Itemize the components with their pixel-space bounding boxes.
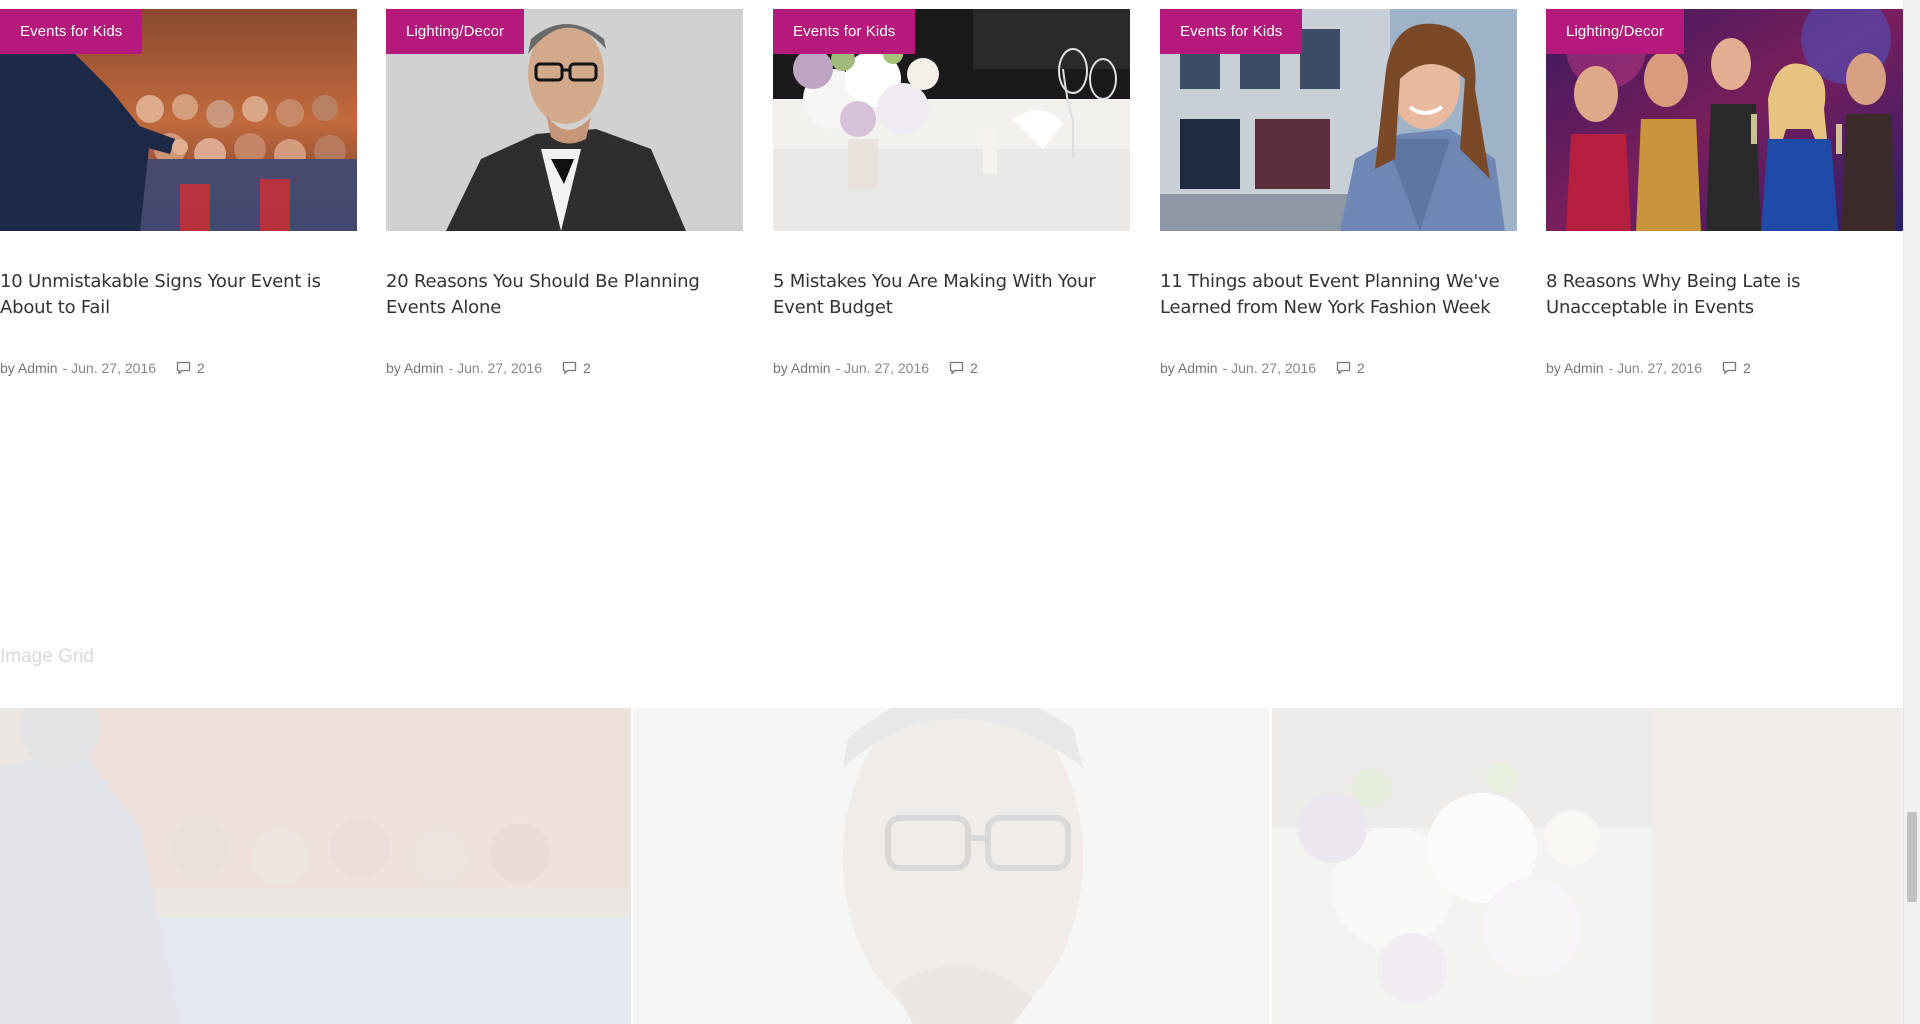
comments-count: 2 xyxy=(1743,360,1751,376)
post-date: - Jun. 27, 2016 xyxy=(1222,360,1316,376)
post-title-link[interactable]: 11 Things about Event Planning We've Lea… xyxy=(1160,269,1517,321)
image-grid xyxy=(0,708,1903,1024)
comment-bubble-icon xyxy=(176,361,191,375)
post-author[interactable]: by Admin xyxy=(386,360,444,376)
comments-count: 2 xyxy=(197,360,205,376)
post-meta: by Admin - Jun. 27, 2016 2 xyxy=(773,360,978,376)
post-author[interactable]: by Admin xyxy=(1546,360,1604,376)
comments-link[interactable]: 2 xyxy=(562,360,591,376)
blog-post-card: Events for Kids 5 Mistakes You Are Makin… xyxy=(773,9,1130,376)
post-meta: by Admin - Jun. 27, 2016 2 xyxy=(0,360,205,376)
page: Events for Kids 10 Unmistakable Signs Yo… xyxy=(0,0,1903,1024)
faded-flowers-image xyxy=(1272,708,1903,1024)
post-meta: by Admin - Jun. 27, 2016 2 xyxy=(1546,360,1751,376)
comment-bubble-icon xyxy=(1722,361,1737,375)
blog-post-card: Lighting/Decor 20 Reasons You Should Be … xyxy=(386,9,743,376)
faded-speaker-image xyxy=(0,708,631,1024)
post-date: - Jun. 27, 2016 xyxy=(1608,360,1702,376)
comment-bubble-icon xyxy=(949,361,964,375)
post-date: - Jun. 27, 2016 xyxy=(835,360,929,376)
category-tag[interactable]: Lighting/Decor xyxy=(386,9,525,54)
image-grid-heading: Image Grid xyxy=(0,646,94,667)
comments-link[interactable]: 2 xyxy=(176,360,205,376)
post-meta: by Admin - Jun. 27, 2016 2 xyxy=(386,360,591,376)
grid-image-speaker[interactable] xyxy=(0,708,631,1024)
post-title-link[interactable]: 8 Reasons Why Being Late is Unacceptable… xyxy=(1546,269,1903,321)
post-thumbnail-flowers-table[interactable]: Events for Kids xyxy=(773,9,1130,231)
comment-bubble-icon xyxy=(562,361,577,375)
post-author[interactable]: by Admin xyxy=(1160,360,1218,376)
blog-posts-row: Events for Kids 10 Unmistakable Signs Yo… xyxy=(0,9,1903,389)
category-tag[interactable]: Events for Kids xyxy=(773,9,916,54)
post-author[interactable]: by Admin xyxy=(773,360,831,376)
category-tag[interactable]: Lighting/Decor xyxy=(1546,9,1685,54)
comment-bubble-icon xyxy=(1336,361,1351,375)
post-meta: by Admin - Jun. 27, 2016 2 xyxy=(1160,360,1365,376)
comments-link[interactable]: 2 xyxy=(949,360,978,376)
post-thumbnail-speaker-audience[interactable]: Events for Kids xyxy=(0,9,357,231)
post-thumbnail-party[interactable]: Lighting/Decor xyxy=(1546,9,1903,231)
post-title-link[interactable]: 20 Reasons You Should Be Planning Events… xyxy=(386,269,743,321)
grid-image-flowers[interactable] xyxy=(1272,708,1903,1024)
grid-image-businessman[interactable] xyxy=(633,708,1269,1024)
faded-businessman-image xyxy=(633,708,1269,1024)
post-date: - Jun. 27, 2016 xyxy=(62,360,156,376)
scrollbar-thumb[interactable] xyxy=(1907,812,1917,902)
post-title-link[interactable]: 10 Unmistakable Signs Your Event is Abou… xyxy=(0,269,357,321)
vertical-scrollbar[interactable] xyxy=(1903,0,1920,1024)
comments-link[interactable]: 2 xyxy=(1336,360,1365,376)
post-date: - Jun. 27, 2016 xyxy=(448,360,542,376)
post-thumbnail-businessman[interactable]: Lighting/Decor xyxy=(386,9,743,231)
post-title-link[interactable]: 5 Mistakes You Are Making With Your Even… xyxy=(773,269,1130,321)
blog-post-card: Events for Kids 10 Unmistakable Signs Yo… xyxy=(0,9,357,376)
post-thumbnail-woman-building[interactable]: Events for Kids xyxy=(1160,9,1517,231)
blog-post-card: Events for Kids 11 Things about Event Pl… xyxy=(1160,9,1517,376)
comments-count: 2 xyxy=(583,360,591,376)
category-tag[interactable]: Events for Kids xyxy=(0,9,143,54)
comments-count: 2 xyxy=(1357,360,1365,376)
post-author[interactable]: by Admin xyxy=(0,360,58,376)
comments-count: 2 xyxy=(970,360,978,376)
blog-post-card: Lighting/Decor 8 Reasons Why Being Late … xyxy=(1546,9,1903,376)
comments-link[interactable]: 2 xyxy=(1722,360,1751,376)
category-tag[interactable]: Events for Kids xyxy=(1160,9,1303,54)
